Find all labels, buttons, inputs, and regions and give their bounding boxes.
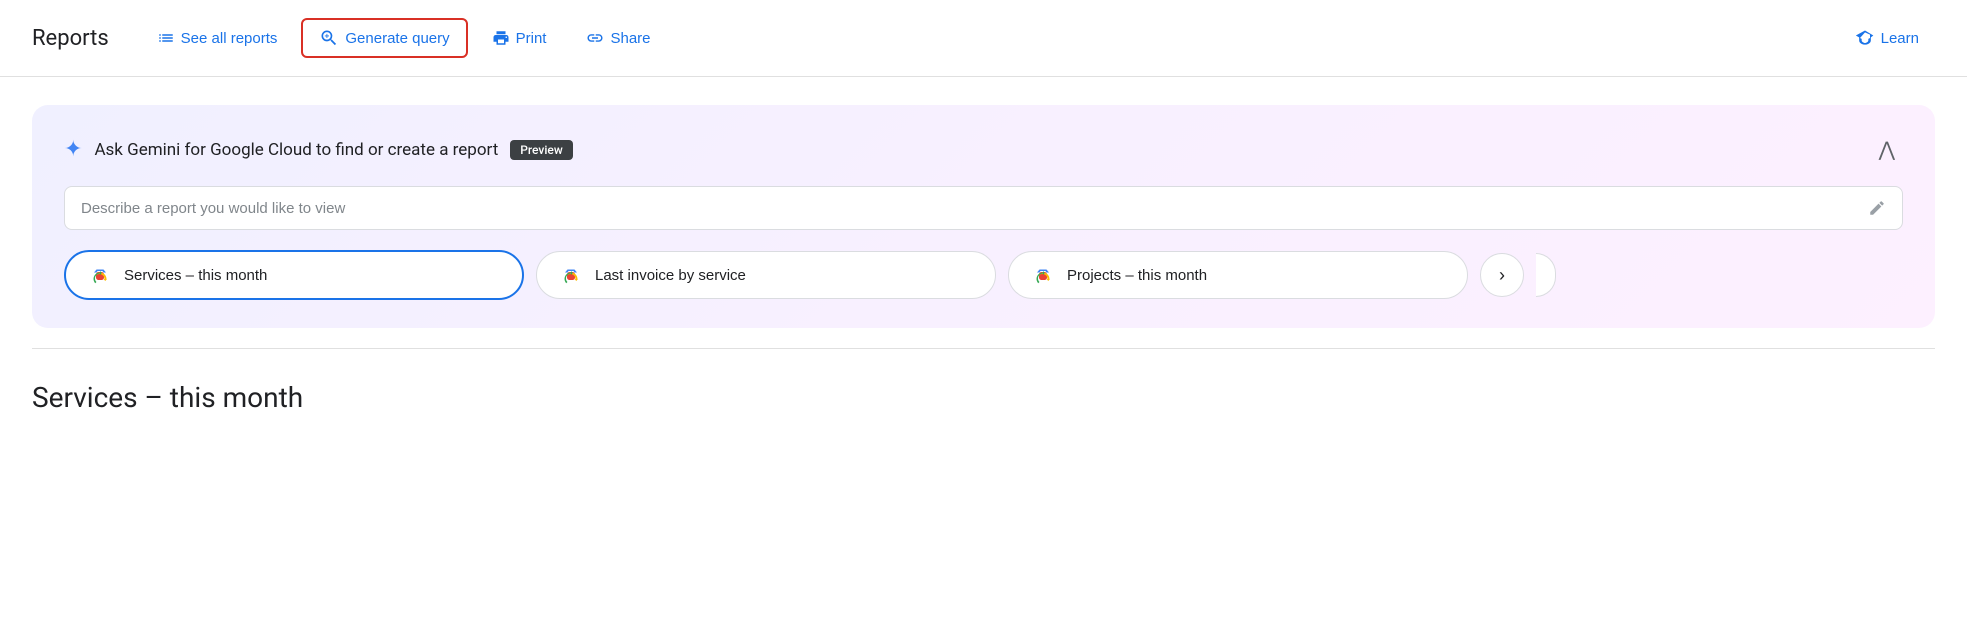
gemini-title-row: ✦ Ask Gemini for Google Cloud to find or… (64, 137, 573, 162)
quick-action-projects-label: Projects – this month (1067, 267, 1207, 284)
quick-actions: Services – this month Last invoice by se… (64, 250, 1903, 300)
share-label: Share (610, 30, 650, 47)
toolbar: Reports See all reports Generate query P… (0, 0, 1967, 77)
gcloud-logo-2 (557, 264, 585, 286)
see-all-reports-button[interactable]: See all reports (141, 21, 294, 55)
partial-next-hint (1536, 253, 1556, 297)
page-title: Reports (32, 26, 109, 51)
print-label: Print (516, 30, 547, 47)
share-button[interactable]: Share (570, 21, 666, 55)
list-icon (157, 29, 175, 47)
gemini-input-area[interactable] (64, 186, 1903, 230)
quick-action-invoice-label: Last invoice by service (595, 267, 746, 284)
section-title: Services – this month (0, 349, 1967, 414)
quick-action-services-label: Services – this month (124, 267, 267, 284)
query-icon (319, 28, 339, 48)
sparkle-icon: ✦ (64, 137, 82, 162)
toolbar-actions: See all reports Generate query Print Sha… (141, 18, 1839, 58)
print-icon (492, 29, 510, 47)
quick-action-projects-this-month[interactable]: Projects – this month (1008, 251, 1468, 299)
collapse-button[interactable]: ⋀ (1871, 133, 1903, 166)
quick-action-services-this-month[interactable]: Services – this month (64, 250, 524, 300)
generate-query-button[interactable]: Generate query (301, 18, 467, 58)
share-icon (586, 29, 604, 47)
gemini-search-input[interactable] (81, 200, 1868, 217)
generate-query-label: Generate query (345, 30, 449, 47)
next-button[interactable]: › (1480, 253, 1524, 297)
edit-icon (1868, 199, 1886, 217)
preview-badge: Preview (510, 140, 573, 160)
gemini-panel-header: ✦ Ask Gemini for Google Cloud to find or… (64, 133, 1903, 166)
learn-label: Learn (1881, 30, 1919, 47)
learn-icon (1855, 28, 1875, 48)
see-all-reports-label: See all reports (181, 30, 278, 47)
gcloud-logo-1 (86, 264, 114, 286)
gemini-panel: ✦ Ask Gemini for Google Cloud to find or… (32, 105, 1935, 328)
gemini-panel-title: Ask Gemini for Google Cloud to find or c… (94, 140, 498, 160)
gcloud-logo-3 (1029, 264, 1057, 286)
print-button[interactable]: Print (476, 21, 563, 55)
quick-action-last-invoice[interactable]: Last invoice by service (536, 251, 996, 299)
learn-button[interactable]: Learn (1839, 20, 1935, 56)
next-icon: › (1499, 265, 1505, 286)
